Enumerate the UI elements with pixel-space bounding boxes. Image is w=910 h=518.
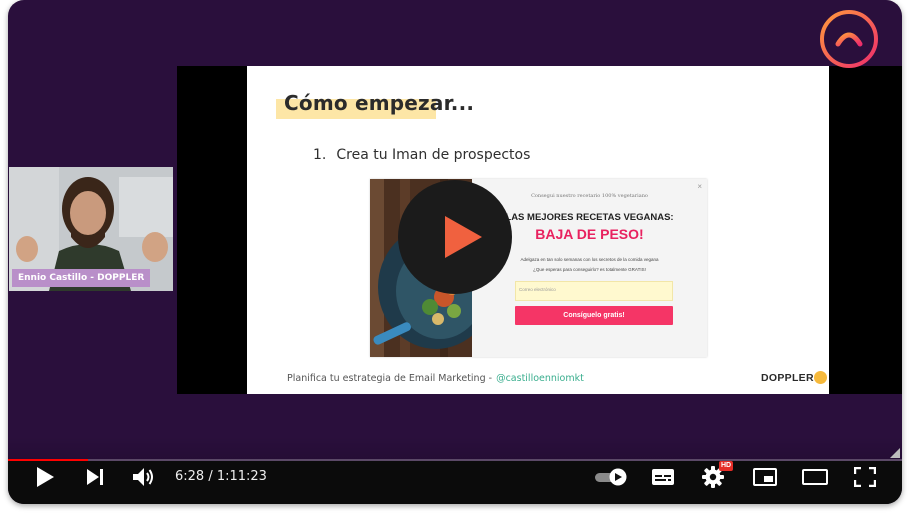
captions-button[interactable]: [648, 461, 678, 492]
video-frame[interactable]: Cómo empezar... 1. Crea tu Iman de prospe…: [177, 66, 902, 394]
presenter-label: Ennio Castillo - DOPPLER: [12, 269, 151, 287]
theater-mode-button[interactable]: [800, 461, 830, 492]
volume-icon: [133, 467, 153, 486]
footer-separator: -: [488, 373, 493, 384]
time-display: 6:28 / 1:11:23: [175, 469, 267, 484]
fullscreen-button[interactable]: [850, 461, 880, 492]
captions-icon: [652, 468, 674, 485]
close-icon: ×: [697, 182, 702, 191]
fullscreen-icon: [854, 466, 876, 487]
volume-button[interactable]: [128, 461, 160, 492]
optin-cta-button: Consíguelo gratis!: [515, 306, 673, 325]
miniplayer-button[interactable]: [750, 461, 780, 492]
resize-grip-icon: [890, 448, 900, 458]
slide-logo: DOPPLER: [761, 371, 827, 384]
control-bar: 6:28 / 1:11:23 HD: [8, 461, 902, 504]
autoplay-toggle[interactable]: [592, 461, 632, 492]
next-button[interactable]: [80, 461, 110, 492]
miniplayer-icon: [753, 467, 777, 486]
footer-handle: @castilloenniomkt: [496, 373, 584, 384]
video-player[interactable]: Cómo empezar... 1. Crea tu Iman de prospe…: [8, 0, 902, 504]
optin-email-field: Correo electrónico: [515, 281, 673, 301]
hd-badge: HD: [719, 461, 734, 471]
step-number: 1.: [313, 147, 327, 163]
doppler-logo-icon: [818, 6, 880, 68]
play-button[interactable]: [30, 461, 60, 492]
presentation-slide: Cómo empezar... 1. Crea tu Iman de prospe…: [247, 66, 829, 394]
step-text: Crea tu Iman de prospectos: [336, 147, 531, 163]
theater-mode-icon: [802, 468, 828, 485]
slide-logo-icon: [814, 371, 827, 384]
slide-footer: Planifica tu estrategia de Email Marketi…: [287, 373, 584, 384]
play-icon: [37, 466, 54, 487]
slide-step: 1. Crea tu Iman de prospectos: [313, 147, 530, 163]
slide-logo-text: DOPPLER: [761, 372, 814, 384]
autoplay-toggle-icon: [595, 468, 627, 485]
presenter-webcam: Ennio Castillo - DOPPLER: [9, 167, 173, 291]
play-icon: [445, 216, 482, 258]
big-play-button[interactable]: [398, 180, 512, 294]
footer-text: Planifica tu estrategia de Email Marketi…: [287, 373, 486, 384]
next-icon: [87, 468, 103, 485]
slide-title: Cómo empezar...: [284, 91, 475, 115]
